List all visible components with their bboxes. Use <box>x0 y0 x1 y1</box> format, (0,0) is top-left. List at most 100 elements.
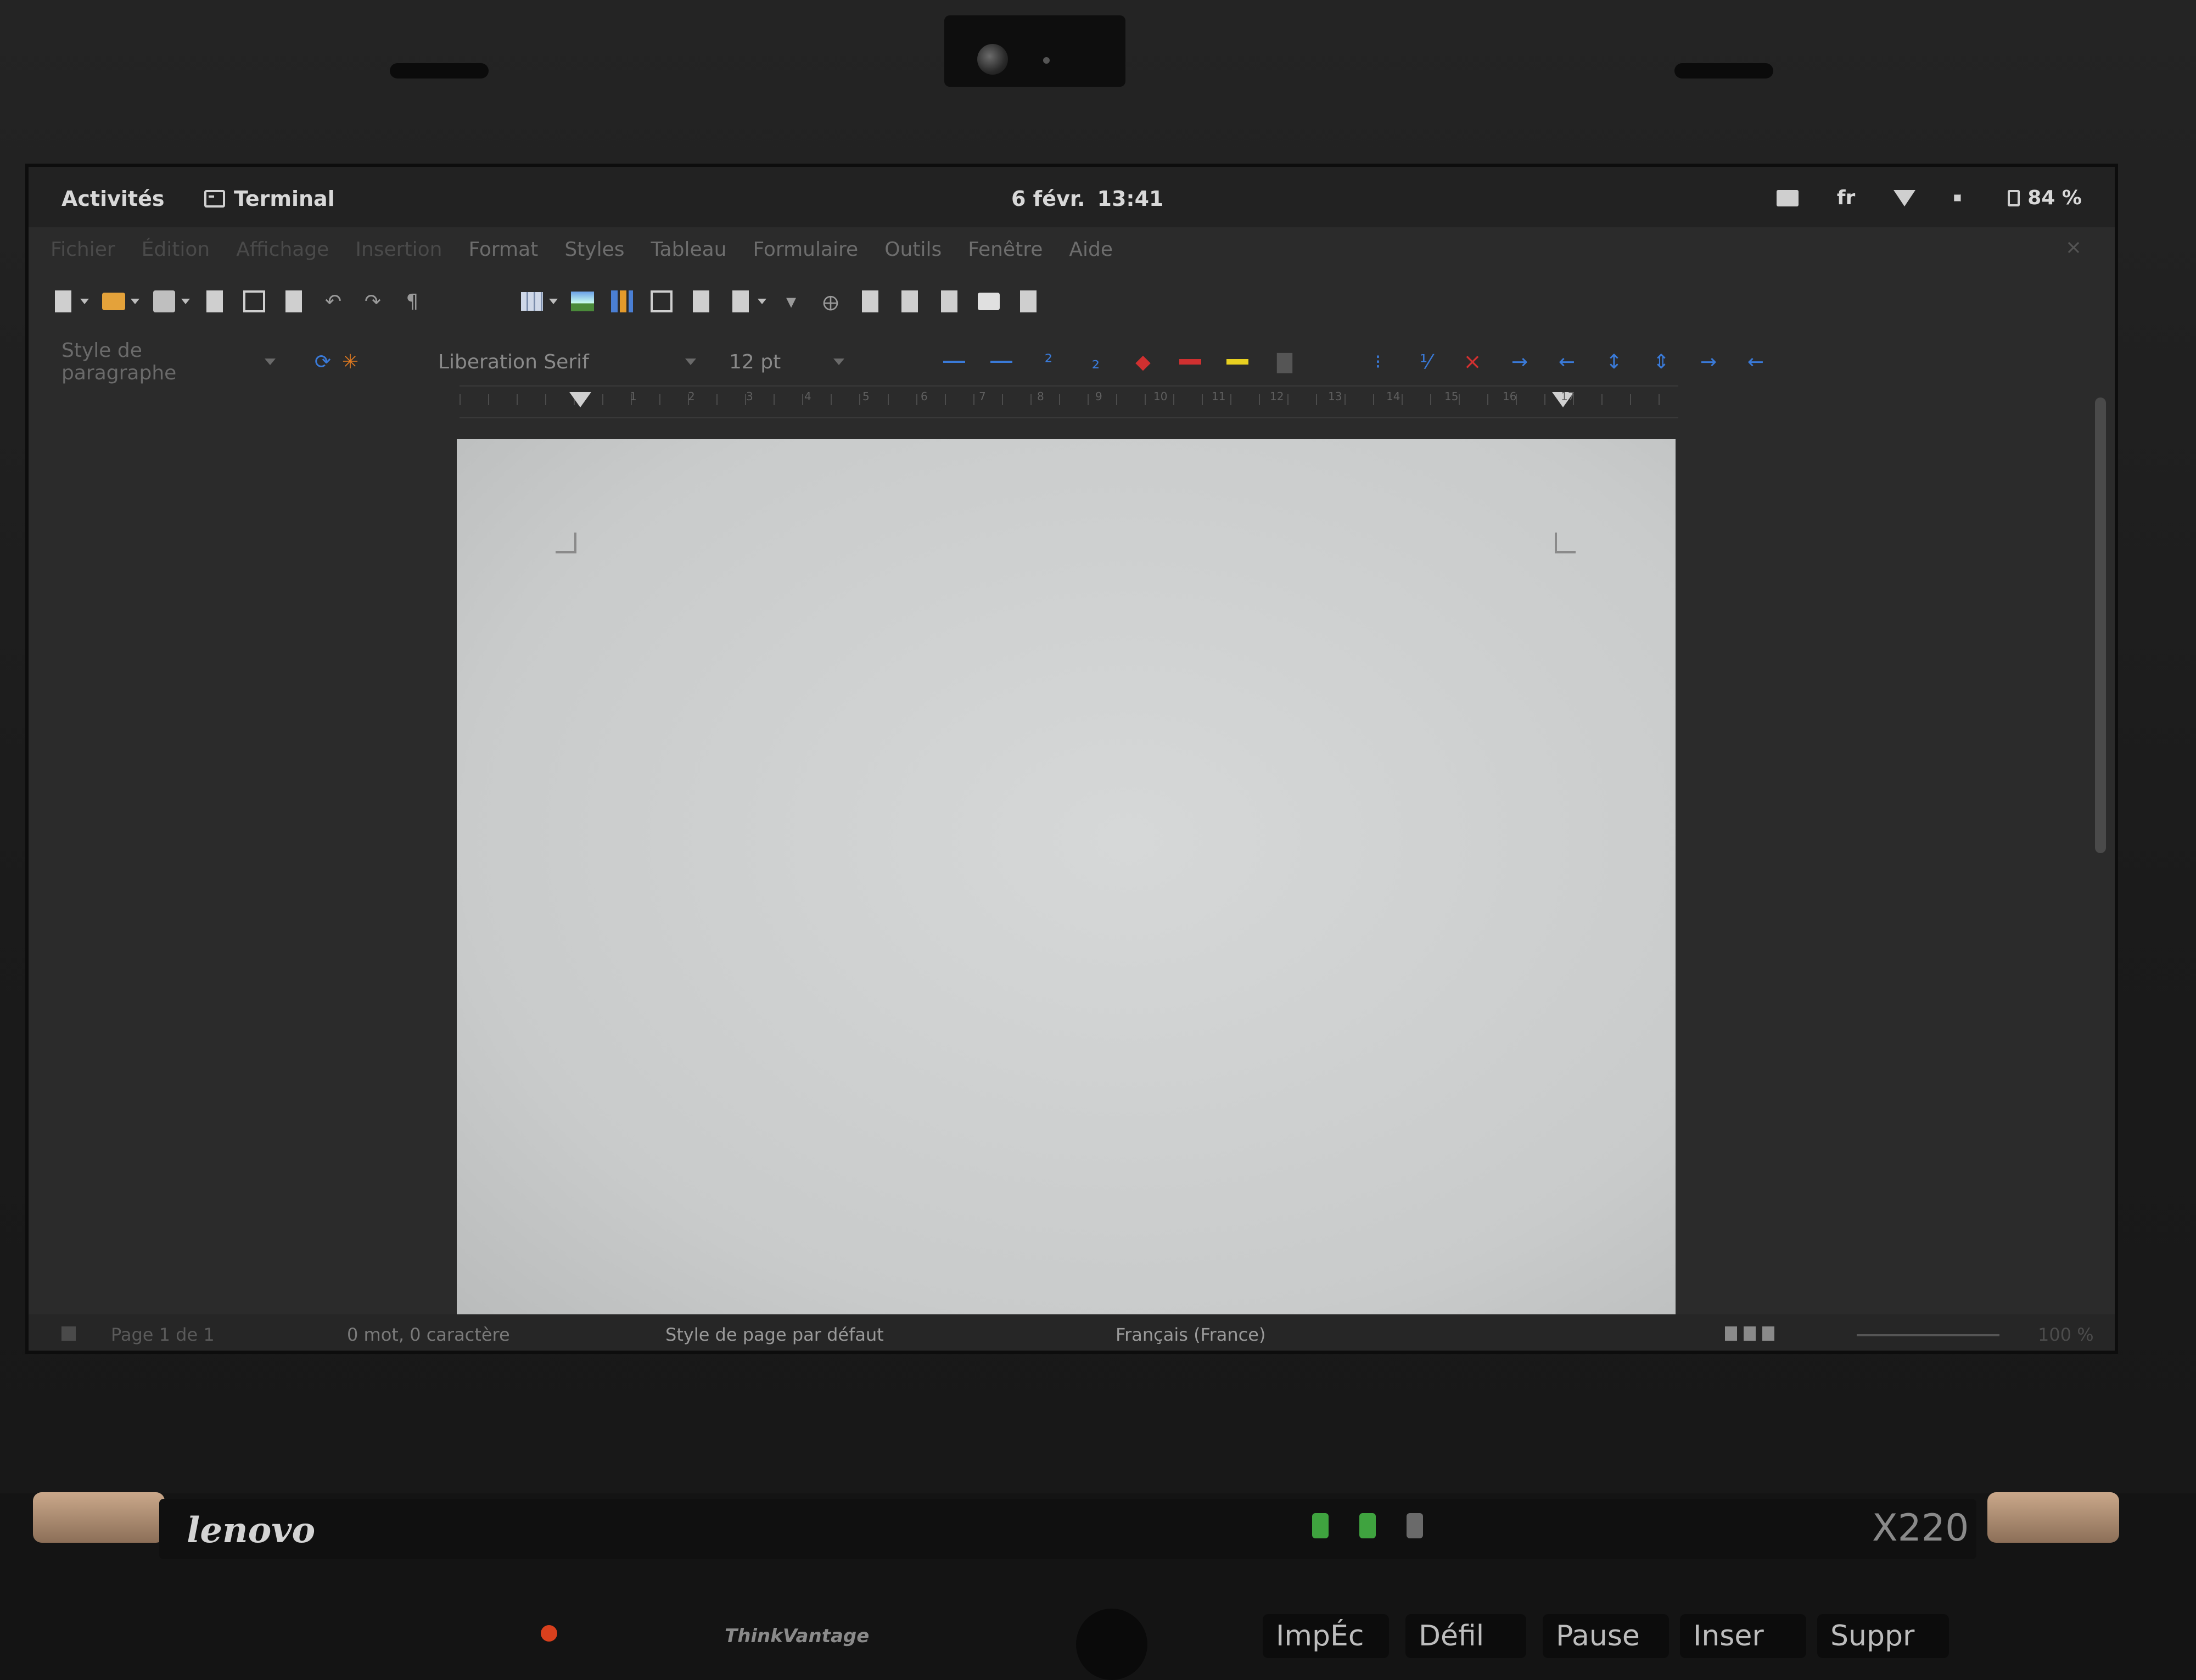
font-name-combo[interactable]: Liberation Serif <box>427 343 707 381</box>
redo-button[interactable]: ↷ <box>360 289 385 314</box>
single-page-view-icon[interactable] <box>1725 1326 1737 1341</box>
bullet-list-button[interactable]: ⁝ <box>1367 351 1389 373</box>
menu-item-affichage[interactable]: Affichage <box>236 238 329 261</box>
page-count[interactable]: Page 1 de 1 <box>111 1324 215 1345</box>
menu-item-outils[interactable]: Outils <box>884 238 942 261</box>
open-button[interactable] <box>101 289 126 314</box>
insert-image-button[interactable] <box>570 289 595 314</box>
menu-item-format[interactable]: Format <box>468 238 538 261</box>
activities-button[interactable]: Activités <box>61 187 164 211</box>
new-document-button[interactable] <box>51 289 76 314</box>
open-dropdown-arrow[interactable] <box>131 299 139 304</box>
sparkle-icon: ✳ <box>341 350 359 373</box>
font-size-combo[interactable]: 12 pt <box>718 343 855 381</box>
text-language[interactable]: Français (France) <box>1116 1324 1265 1345</box>
book-view-icon[interactable] <box>1762 1326 1774 1341</box>
font-size-value: 12 pt <box>729 350 781 373</box>
line-spacing-button[interactable]: ↕ <box>1603 351 1625 373</box>
formatting-toolbar: Style de paragraphe ⟳ ✳ Liberation Serif… <box>51 332 1767 392</box>
keyboard-layout-indicator[interactable]: fr <box>1837 187 1855 209</box>
track-changes-button[interactable] <box>1016 289 1041 314</box>
menu-item-formulaire[interactable]: Formulaire <box>753 238 858 261</box>
save-button[interactable] <box>152 289 177 314</box>
new-style-button[interactable]: ✳ <box>339 351 361 373</box>
menu-item-edition[interactable]: Édition <box>142 238 210 261</box>
menu-item-insertion[interactable]: Insertion <box>355 238 442 261</box>
vertical-scrollbar[interactable] <box>2095 397 2106 853</box>
shading-icon: ▇ <box>1277 350 1292 373</box>
insert-textbox-button[interactable] <box>649 289 674 314</box>
chevron-down-icon <box>685 359 696 365</box>
decrease-spacing-button[interactable]: ← <box>1745 351 1767 373</box>
screen-sharing-icon[interactable] <box>1776 189 1799 206</box>
key-suppr[interactable]: Suppr <box>1817 1614 1949 1658</box>
insert-hyperlink-button[interactable]: 🜨 <box>818 289 843 315</box>
insert-endnote-button[interactable] <box>897 289 922 314</box>
menu-item-styles[interactable]: Styles <box>564 238 624 261</box>
highlight-color-button[interactable] <box>1226 351 1248 373</box>
print-preview-button[interactable] <box>281 289 306 314</box>
document-page[interactable] <box>457 439 1676 1329</box>
no-list-button[interactable]: × <box>1461 349 1483 374</box>
insert-bookmark-button[interactable] <box>937 289 962 314</box>
menu-item-fenetre[interactable]: Fenêtre <box>968 238 1043 261</box>
multi-page-view-icon[interactable] <box>1744 1326 1756 1341</box>
new-dropdown-arrow[interactable] <box>80 299 89 304</box>
save-dropdown-arrow[interactable] <box>181 299 190 304</box>
decrease-indent-button[interactable]: ← <box>1556 351 1578 373</box>
system-tray[interactable]: fr 84 % <box>1776 187 2082 209</box>
update-style-button[interactable]: ⟳ <box>312 351 334 373</box>
ruler-number: 16 <box>1503 390 1517 403</box>
export-pdf-icon <box>206 290 223 312</box>
key-defil[interactable]: Défil <box>1405 1614 1526 1658</box>
zoom-level[interactable]: 100 % <box>2038 1324 2094 1345</box>
word-count[interactable]: 0 mot, 0 caractère <box>347 1324 510 1345</box>
print-button[interactable] <box>242 289 267 314</box>
special-character-button[interactable]: ▾ <box>778 289 804 314</box>
hinge-right <box>1987 1492 2119 1543</box>
key-inser[interactable]: Inser <box>1680 1614 1806 1658</box>
clock[interactable]: 6 févr. 13:41 <box>1011 187 1163 211</box>
page-style[interactable]: Style de page par défaut <box>665 1324 884 1345</box>
increase-indent-button[interactable]: → <box>1509 351 1531 373</box>
horizontal-ruler[interactable]: 1 2 3 4 5 6 7 8 9 10 11 12 13 14 15 16 17 <box>460 385 1678 418</box>
insert-field-button[interactable] <box>728 289 753 314</box>
font-color-button[interactable] <box>1179 351 1201 373</box>
app-menu[interactable]: Terminal <box>204 187 335 211</box>
undo-button[interactable]: ↶ <box>321 289 346 314</box>
clear-formatting-button[interactable]: ◆ <box>1132 351 1154 373</box>
left-indent-marker[interactable] <box>569 392 591 407</box>
menu-item-tableau[interactable]: Tableau <box>651 238 727 261</box>
insert-comment-button[interactable] <box>976 289 1001 314</box>
view-layout-buttons[interactable] <box>1725 1326 1774 1341</box>
formatting-marks-button[interactable]: ¶ <box>400 289 425 314</box>
gnome-top-bar: Activités Terminal 6 févr. 13:41 fr 84 % <box>29 167 2115 227</box>
underline-button[interactable] <box>943 351 965 373</box>
character-shading-button[interactable]: ▇ <box>1274 351 1296 373</box>
field-dropdown-arrow[interactable] <box>758 299 766 304</box>
superscript-button[interactable]: ² <box>1038 351 1060 373</box>
insert-page-break-button[interactable] <box>688 289 714 314</box>
close-document-icon[interactable]: × <box>2065 236 2082 259</box>
table-dropdown-arrow[interactable] <box>549 299 558 304</box>
key-pause[interactable]: Pause <box>1543 1614 1669 1658</box>
key-impec[interactable]: ImpÉc <box>1263 1614 1389 1658</box>
font-color-icon <box>1179 359 1201 365</box>
menu-item-fichier[interactable]: Fichier <box>51 238 115 261</box>
hyperlink-icon: 🜨 <box>822 293 839 315</box>
export-pdf-button[interactable] <box>202 289 227 314</box>
insert-table-button[interactable] <box>519 289 545 314</box>
underline-icon <box>943 361 965 363</box>
menu-item-aide[interactable]: Aide <box>1069 238 1113 261</box>
subscript-button[interactable]: ₂ <box>1085 351 1107 373</box>
insert-footnote-button[interactable] <box>858 289 883 314</box>
zoom-slider[interactable] <box>1857 1334 1999 1336</box>
numbered-list-button[interactable]: ⅟ <box>1414 351 1436 373</box>
paragraph-style-combo[interactable]: Style de paragraphe <box>51 339 287 384</box>
ruler-number: 4 <box>804 390 811 403</box>
redo-icon: ↷ <box>364 290 382 313</box>
paragraph-spacing-button[interactable]: ⇕ <box>1650 351 1672 373</box>
strikethrough-button[interactable] <box>990 351 1012 373</box>
insert-chart-button[interactable] <box>609 289 635 314</box>
increase-spacing-button[interactable]: → <box>1698 351 1719 373</box>
